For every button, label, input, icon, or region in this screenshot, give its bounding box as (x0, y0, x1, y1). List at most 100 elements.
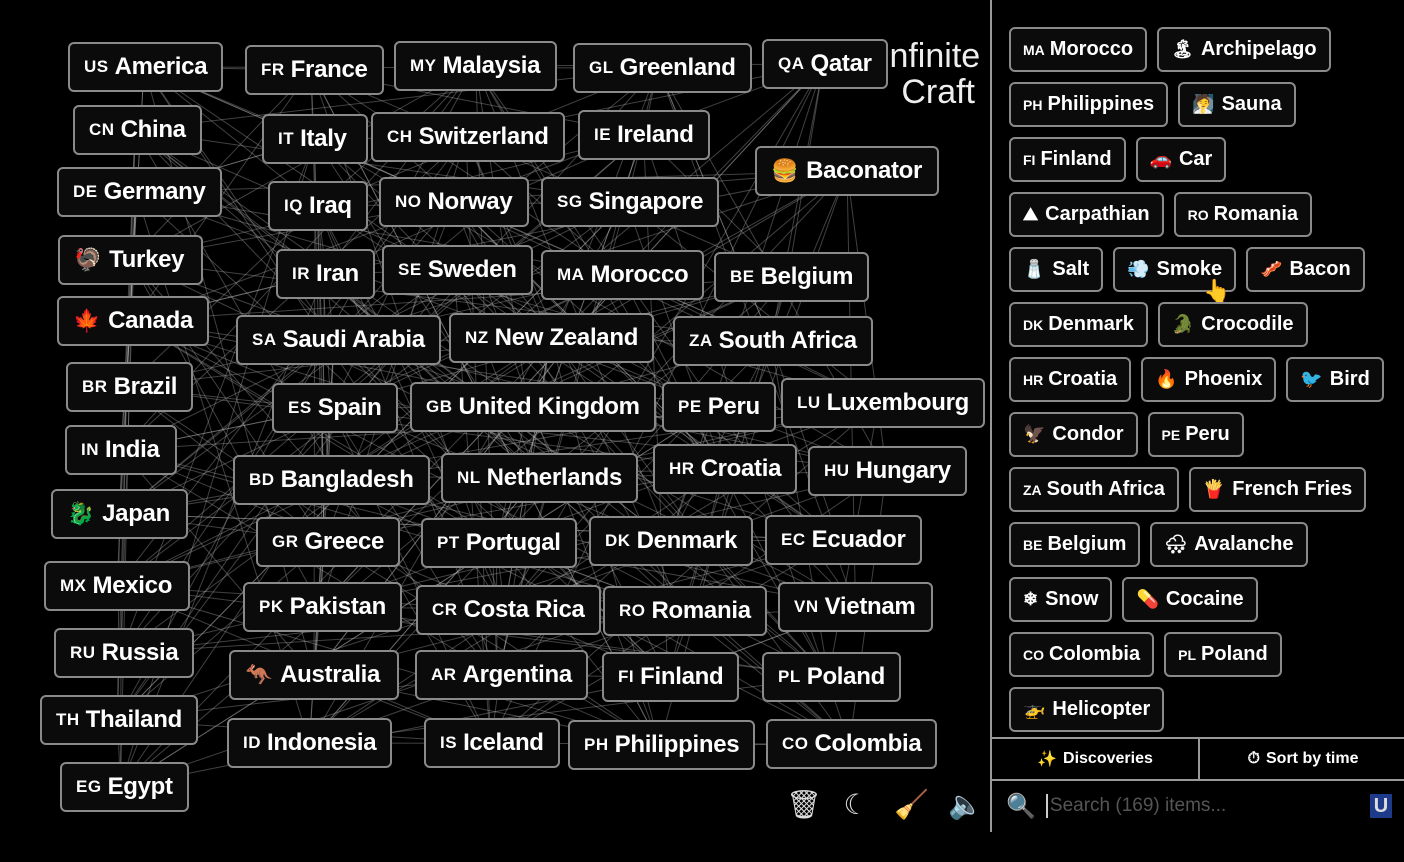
trash-icon[interactable]: 🗑 (786, 788, 822, 821)
canvas-item-ireland[interactable]: IE Ireland (578, 110, 710, 160)
canvas-item-colombia[interactable]: CO Colombia (766, 719, 938, 769)
canvas-item-bangladesh[interactable]: BD Bangladesh (233, 455, 430, 505)
canvas-item-turkey[interactable]: 🦃 Turkey (58, 235, 203, 285)
country-code: CO (782, 734, 809, 753)
crafting-canvas[interactable]: Infinite Craft US America FR France MY Malays… (0, 0, 990, 862)
item-label: America (114, 53, 208, 80)
canvas-item-portugal[interactable]: PT Portugal (421, 518, 577, 568)
search-input[interactable] (1045, 794, 1352, 818)
canvas-item-iceland[interactable]: IS Iceland (424, 718, 560, 768)
canvas-item-costa-rica[interactable]: CR Costa Rica (416, 585, 601, 635)
canvas-item-new-zealand[interactable]: NZ New Zealand (449, 313, 655, 363)
canvas-item-brazil[interactable]: BR Brazil (66, 362, 194, 412)
canvas-item-malaysia[interactable]: MY Malaysia (394, 41, 557, 91)
canvas-item-morocco[interactable]: MA Morocco (541, 250, 705, 300)
canvas-item-france[interactable]: FR France (245, 45, 384, 95)
canvas-item-australia[interactable]: 🦘 Australia (229, 650, 399, 700)
canvas-item-switzerland[interactable]: CH Switzerland (371, 112, 565, 162)
item-label: China (120, 116, 186, 143)
sidebar-item-poland[interactable]: PL Poland (1164, 632, 1282, 677)
sidebar-item-cocaine[interactable]: 💊 Cocaine (1122, 577, 1258, 622)
sidebar-item-carpathian[interactable]: ⛰ Carpathian (1009, 192, 1164, 237)
sidebar-item-salt[interactable]: 🧂 Salt (1009, 247, 1104, 292)
canvas-item-denmark[interactable]: DK Denmark (589, 516, 754, 566)
canvas-item-baconator[interactable]: 🍔 Baconator (755, 146, 939, 196)
sidebar-item-avalanche[interactable]: 🌨 Avalanche (1150, 522, 1308, 567)
canvas-item-luxembourg[interactable]: LU Luxembourg (781, 378, 986, 428)
canvas-item-poland[interactable]: PL Poland (762, 652, 901, 702)
canvas-item-vietnam[interactable]: VN Vietnam (778, 582, 933, 632)
canvas-item-argentina[interactable]: AR Argentina (415, 650, 588, 700)
canvas-item-pakistan[interactable]: PK Pakistan (243, 582, 402, 632)
canvas-item-philippines[interactable]: PH Philippines (568, 720, 756, 770)
discoveries-button[interactable]: ✨ Discoveries (992, 739, 1198, 779)
sidebar-item-archipelago[interactable]: 🏝 Archipelago (1157, 27, 1331, 72)
canvas-item-qatar[interactable]: QA Qatar (762, 39, 888, 89)
canvas-item-norway[interactable]: NO Norway (379, 177, 529, 227)
sidebar-item-belgium[interactable]: BE Belgium (1009, 522, 1141, 567)
sidebar-item-south-africa[interactable]: ZA South Africa (1009, 467, 1179, 512)
canvas-item-greenland[interactable]: GL Greenland (573, 43, 752, 93)
canvas-item-romania[interactable]: RO Romania (603, 586, 767, 636)
canvas-item-egypt[interactable]: EG Egypt (60, 762, 189, 812)
sidebar-item-phoenix[interactable]: 🔥 Phoenix (1141, 357, 1277, 402)
canvas-item-mexico[interactable]: MX Mexico (44, 561, 190, 611)
extension-badge-icon[interactable]: U (1370, 794, 1392, 818)
sidebar-item-bacon[interactable]: 🥓 Bacon (1246, 247, 1365, 292)
sidebar-item-french-fries[interactable]: 🍟 French Fries (1188, 467, 1367, 512)
item-label: Morocco (1049, 38, 1134, 60)
canvas-item-russia[interactable]: RU Russia (54, 628, 195, 678)
canvas-item-italy[interactable]: IT Italy (262, 114, 368, 164)
sidebar-item-finland[interactable]: FI Finland (1009, 137, 1126, 182)
sidebar-item-colombia[interactable]: CO Colombia (1009, 632, 1155, 677)
canvas-item-sweden[interactable]: SE Sweden (382, 245, 533, 295)
japan-emoji-icon: 🐉 (67, 501, 95, 526)
canvas-item-indonesia[interactable]: ID Indonesia (227, 718, 393, 768)
canvas-item-japan[interactable]: 🐉 Japan (51, 489, 188, 539)
sort-by-time-button[interactable]: ⏱ Sort by time (1198, 739, 1404, 779)
canvas-item-singapore[interactable]: SG Singapore (541, 177, 720, 227)
canvas-item-spain[interactable]: ES Spain (272, 383, 398, 433)
item-label: Carpathian (1045, 203, 1150, 225)
sidebar-item-sauna[interactable]: 🧖 Sauna (1178, 82, 1296, 127)
sidebar-item-romania[interactable]: RO Romania (1173, 192, 1313, 237)
canvas-item-saudi-arabia[interactable]: SA Saudi Arabia (236, 315, 441, 365)
sidebar-item-bird[interactable]: 🐦 Bird (1286, 357, 1384, 402)
canvas-item-iraq[interactable]: IQ Iraq (268, 181, 368, 231)
sidebar-item-morocco[interactable]: MA Morocco (1009, 27, 1148, 72)
broom-icon[interactable]: 🧹 (894, 788, 929, 821)
sidebar-item-crocodile[interactable]: 🐊 Crocodile (1157, 302, 1308, 347)
item-list[interactable]: MA Morocco 🏝 Archipelago PH Philippines 🧖 Sauna… (1009, 27, 1399, 737)
canvas-item-united-kingdom[interactable]: GB United Kingdom (410, 382, 656, 432)
sound-icon[interactable]: 🔈 (948, 788, 983, 821)
sparkles-icon: ✨ (1037, 751, 1058, 768)
canvas-item-south-africa[interactable]: ZA South Africa (673, 316, 873, 366)
country-code: RO (1187, 206, 1209, 223)
canvas-item-china[interactable]: CN China (73, 105, 202, 155)
canvas-item-netherlands[interactable]: NL Netherlands (441, 453, 639, 503)
canvas-item-thailand[interactable]: TH Thailand (40, 695, 198, 745)
canvas-item-iran[interactable]: IR Iran (276, 249, 375, 299)
sidebar-item-croatia[interactable]: HR Croatia (1009, 357, 1132, 402)
canvas-item-peru[interactable]: PE Peru (662, 382, 776, 432)
canvas-item-hungary[interactable]: HU Hungary (808, 446, 967, 496)
canvas-item-india[interactable]: IN India (65, 425, 177, 475)
country-code: BE (730, 267, 755, 286)
moon-icon[interactable]: ☾ (840, 788, 872, 821)
canvas-item-greece[interactable]: GR Greece (256, 517, 401, 567)
canvas-item-america[interactable]: US America (68, 42, 224, 92)
sidebar-item-peru[interactable]: PE Peru (1147, 412, 1244, 457)
canvas-item-canada[interactable]: 🍁 Canada (57, 296, 209, 346)
sidebar-item-helicopter[interactable]: 🚁 Helicopter (1009, 687, 1165, 732)
sidebar-item-denmark[interactable]: DK Denmark (1009, 302, 1148, 347)
canvas-item-croatia[interactable]: HR Croatia (653, 444, 798, 494)
sidebar-item-snow[interactable]: ❄ Snow (1009, 577, 1113, 622)
sidebar-item-condor[interactable]: 🦅 Condor (1009, 412, 1138, 457)
canvas-item-germany[interactable]: DE Germany (57, 167, 222, 217)
canvas-item-ecuador[interactable]: EC Ecuador (765, 515, 922, 565)
canvas-item-belgium[interactable]: BE Belgium (714, 252, 870, 302)
sidebar-item-philippines[interactable]: PH Philippines (1009, 82, 1169, 127)
sidebar-item-car[interactable]: 🚗 Car (1135, 137, 1227, 182)
item-label: Greece (304, 528, 385, 555)
canvas-item-finland[interactable]: FI Finland (602, 652, 740, 702)
